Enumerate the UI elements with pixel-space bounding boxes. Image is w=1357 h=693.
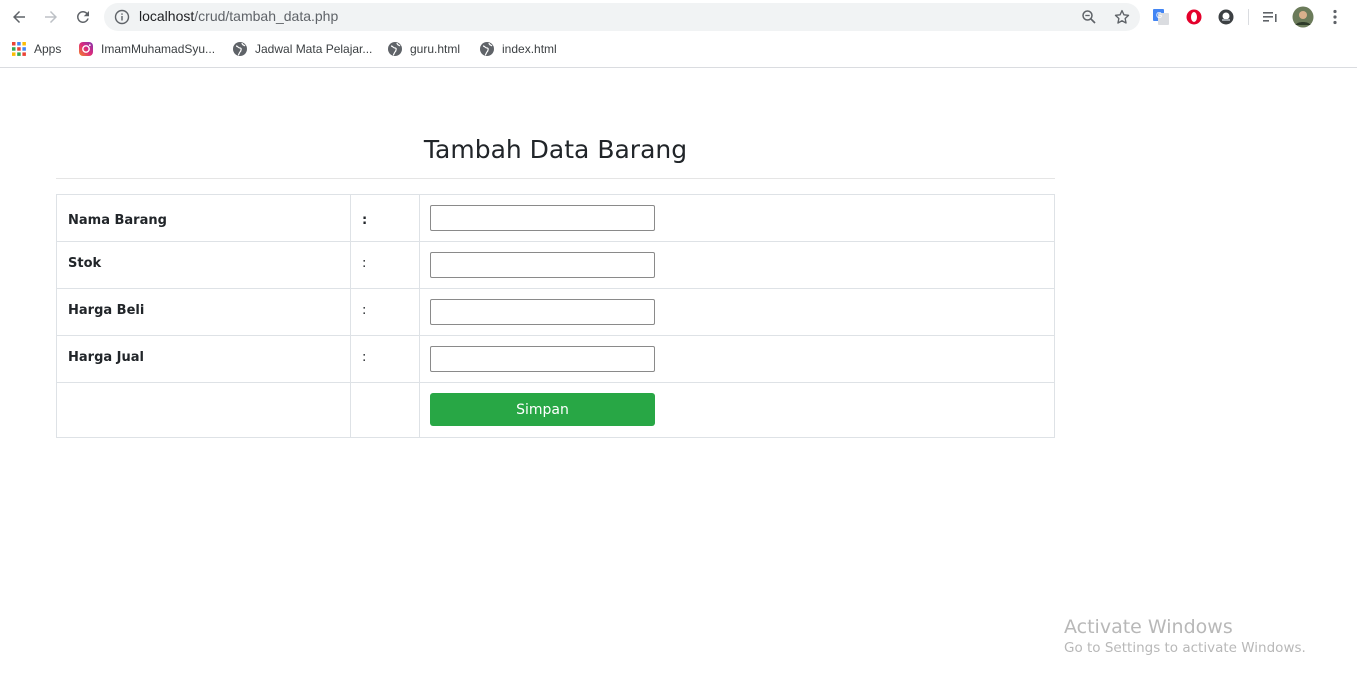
menu-kebab-icon[interactable] [1326,8,1344,26]
bookmark-label: Jadwal Mata Pelajar... [255,42,373,56]
form-row-harga-beli: Harga Beli : [56,288,1055,336]
browser-toolbar: localhost/crud/tambah_data.php G [0,0,1357,34]
field-colon: : [350,335,420,383]
bookmarks-bar: Apps ImamMuhamadSyu... Jadwal Mata Pelaj… [0,38,1357,60]
bookmark-index[interactable]: index.html [479,38,557,60]
opera-extension-icon[interactable] [1185,8,1203,26]
bookmark-guru[interactable]: guru.html [387,38,460,60]
back-button[interactable] [7,5,31,29]
form-row-stok: Stok : [56,241,1055,289]
reload-button[interactable] [71,5,95,29]
watermark-title: Activate Windows [1064,616,1233,638]
bookmark-star-icon[interactable] [1113,8,1131,26]
globe-icon [388,42,402,56]
url-path: /crud/tambah_data.php [194,8,339,24]
watermark-subtitle: Go to Settings to activate Windows. [1064,640,1306,656]
field-colon: : [350,288,420,336]
bookmark-label: ImamMuhamadSyu... [101,42,216,56]
media-controls-icon[interactable] [1261,8,1279,26]
form-row-harga-jual: Harga Jual : [56,335,1055,383]
simpan-button[interactable]: Simpan [430,393,655,426]
url-host: localhost [139,8,195,24]
info-icon[interactable] [114,9,130,25]
harga-jual-input[interactable] [430,346,655,372]
bookmark-instagram[interactable]: ImamMuhamadSyu... [78,38,215,60]
field-label: Stok [56,241,351,289]
zoom-icon[interactable] [1081,9,1097,25]
form-row-submit: Simpan [56,382,1055,438]
add-item-form-table: Nama Barang : Stok : Harga Beli : Harga … [56,194,1055,438]
extension-icon[interactable] [1217,8,1235,26]
page-content: Tambah Data Barang Nama Barang : Stok : … [0,69,1357,693]
title-divider [56,178,1055,179]
empty-cell [56,382,351,438]
forward-arrow-icon [45,11,57,23]
field-label: Harga Jual [56,335,351,383]
avatar[interactable] [1292,6,1314,28]
bookmark-label: index.html [502,42,557,56]
windows-activation-watermark: Activate Windows Go to Settings to activ… [1064,616,1306,657]
toolbar-separator [1248,9,1249,25]
form-row-nama-barang: Nama Barang : [56,194,1055,242]
browser-chrome: localhost/crud/tambah_data.php G Apps Im… [0,0,1357,68]
reload-icon [76,10,89,23]
svg-text:G: G [1156,11,1162,20]
harga-beli-input[interactable] [430,299,655,325]
address-bar[interactable]: localhost/crud/tambah_data.php [104,3,1140,31]
globe-icon [233,42,247,56]
field-label: Harga Beli [56,288,351,336]
bookmark-apps[interactable]: Apps [11,38,61,60]
page-title: Tambah Data Barang [423,135,688,164]
stok-input[interactable] [430,252,655,278]
empty-cell [350,382,420,438]
forward-button[interactable] [39,5,63,29]
back-arrow-icon [13,11,25,23]
bookmark-jadwal[interactable]: Jadwal Mata Pelajar... [232,38,372,60]
bookmark-label: guru.html [410,42,461,56]
url-text[interactable]: localhost/crud/tambah_data.php [139,8,338,24]
globe-icon [480,42,494,56]
instagram-icon [79,42,93,56]
field-colon: : [350,241,420,289]
apps-grid-icon [12,42,26,56]
field-colon: : [350,194,420,242]
translate-extension-icon[interactable]: G [1152,8,1170,26]
bookmark-label: Apps [34,42,62,56]
nama-barang-input[interactable] [430,205,655,231]
field-label: Nama Barang [56,194,351,242]
